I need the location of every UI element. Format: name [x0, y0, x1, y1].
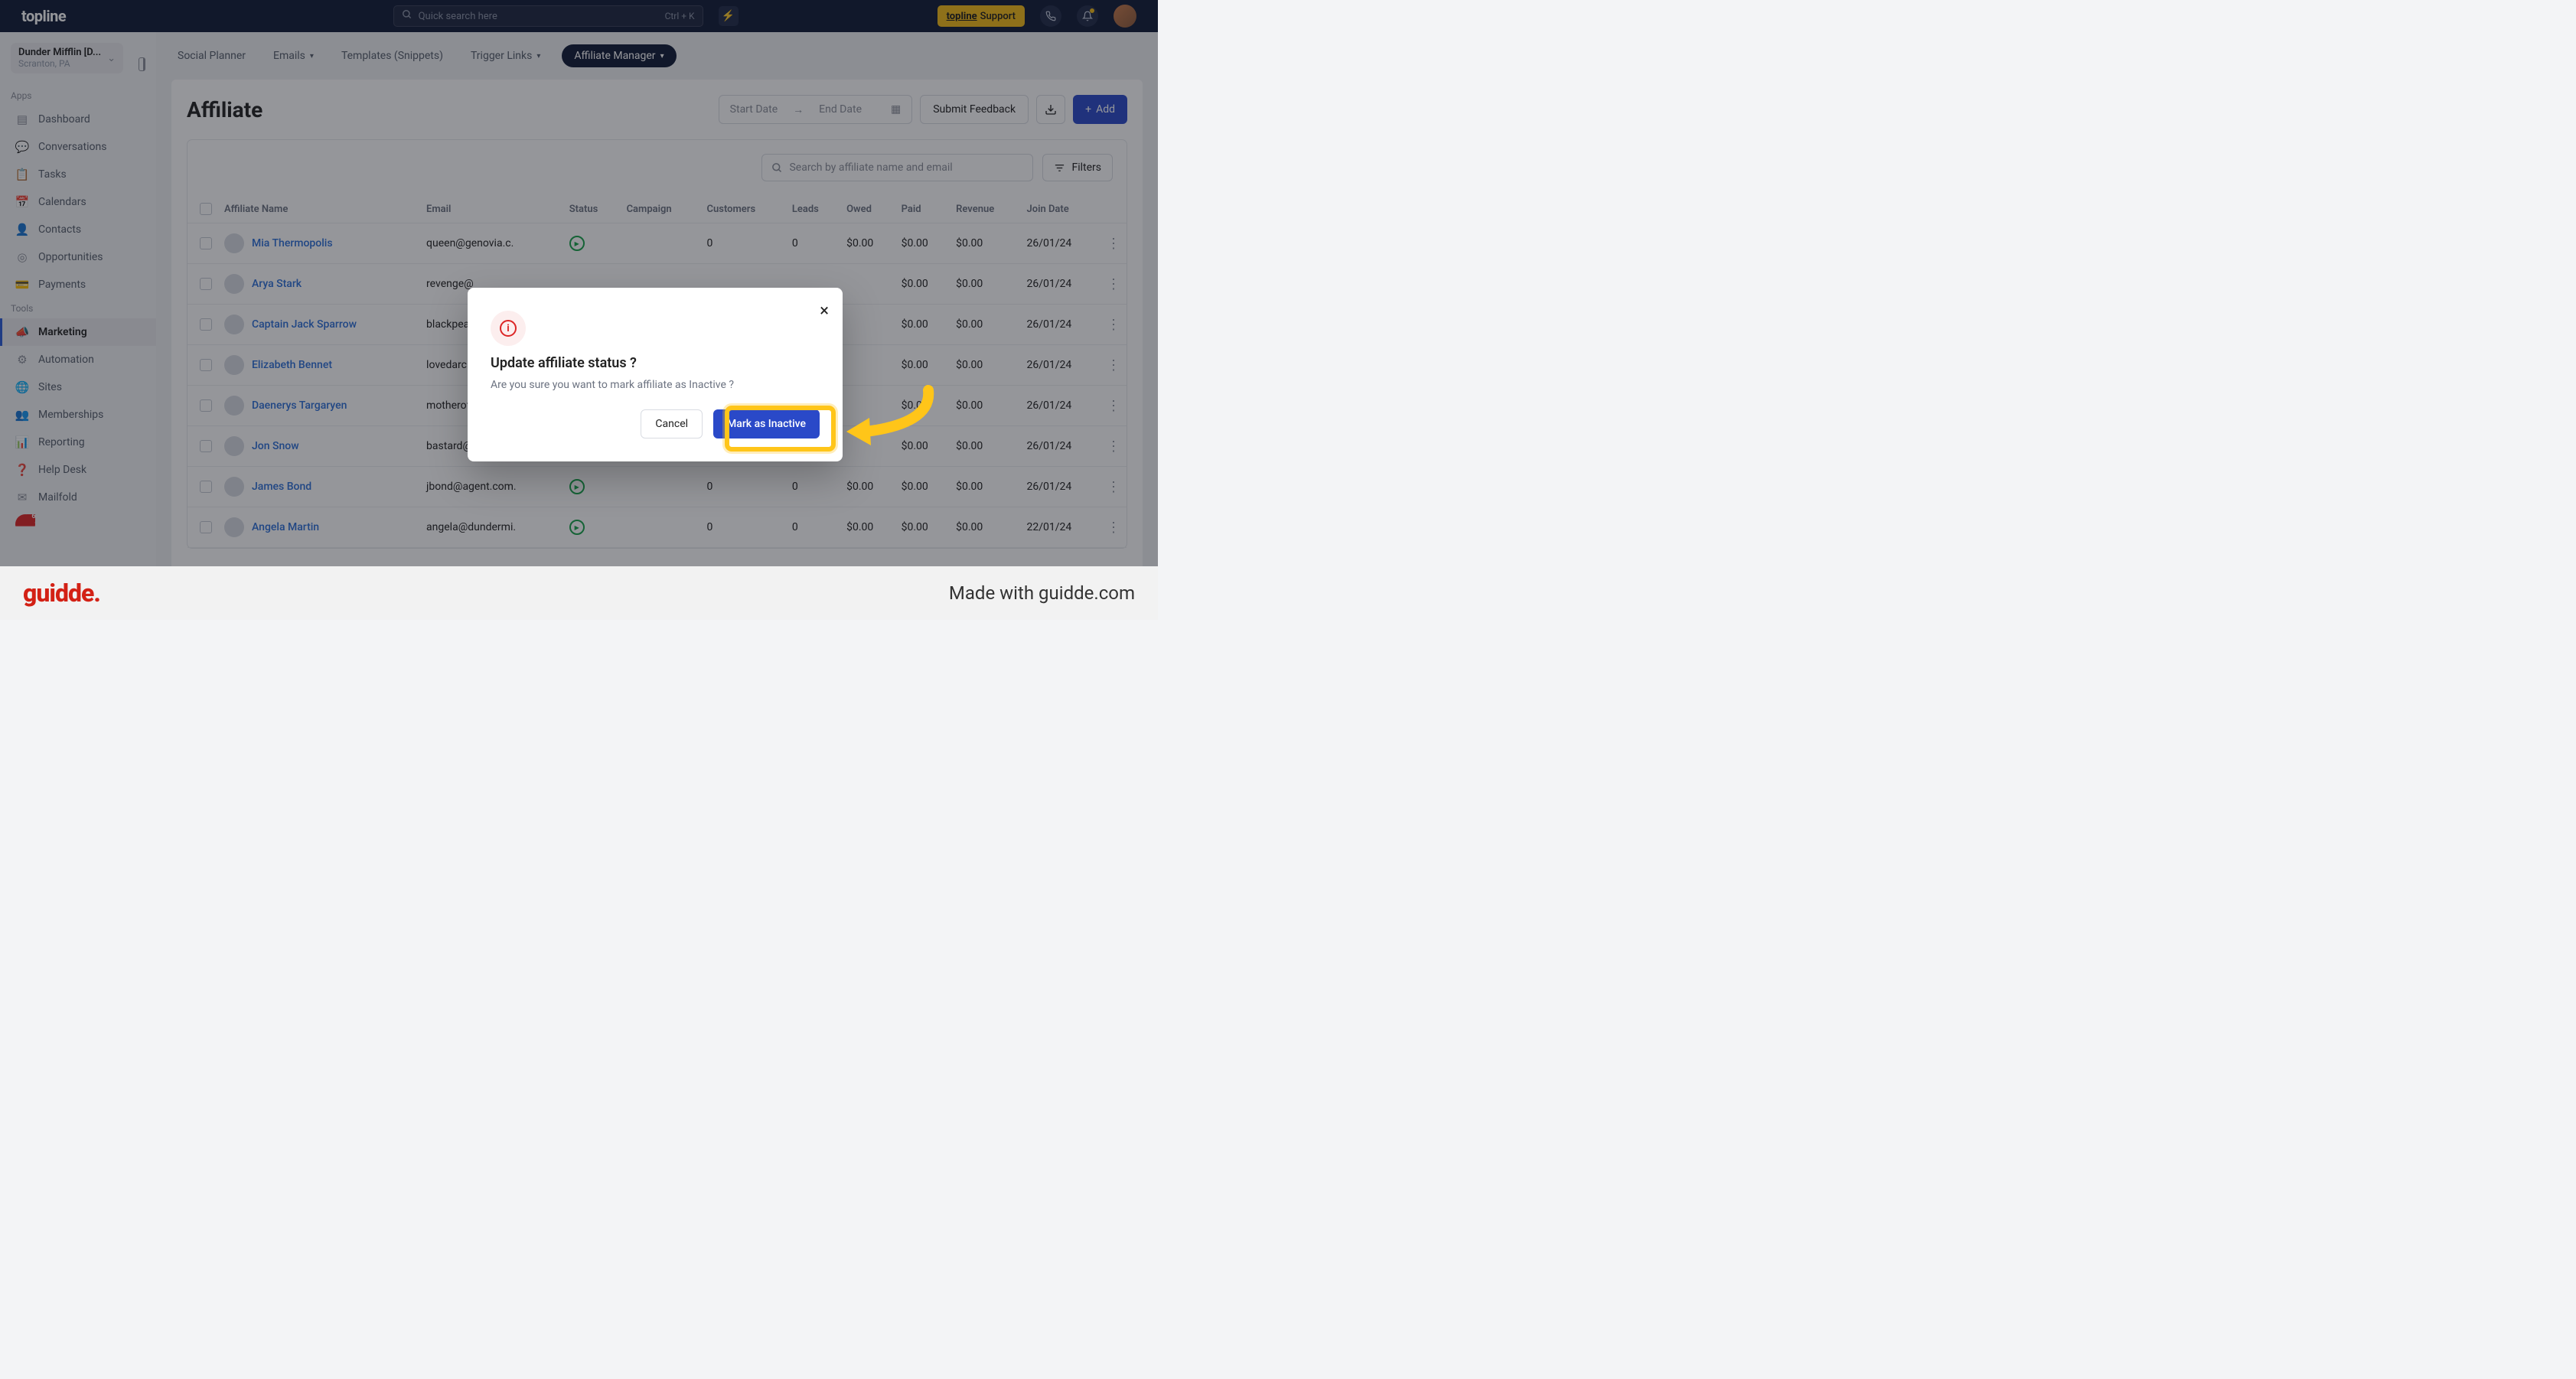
- modal-body: Are you sure you want to mark affiliate …: [491, 379, 820, 391]
- modal-close-button[interactable]: ×: [820, 302, 829, 321]
- guidde-logo: guidde.: [23, 579, 100, 608]
- modal-title: Update affiliate status ?: [491, 355, 820, 371]
- mark-inactive-button[interactable]: Mark as Inactive: [713, 409, 820, 438]
- cancel-button[interactable]: Cancel: [641, 409, 703, 438]
- made-with-text: Made with guidde.com: [949, 582, 1135, 604]
- footer: guidde. Made with guidde.com: [0, 566, 1158, 620]
- confirm-modal: × i Update affiliate status ? Are you su…: [468, 288, 843, 461]
- alert-icon: i: [491, 311, 526, 346]
- modal-backdrop[interactable]: [0, 0, 1158, 566]
